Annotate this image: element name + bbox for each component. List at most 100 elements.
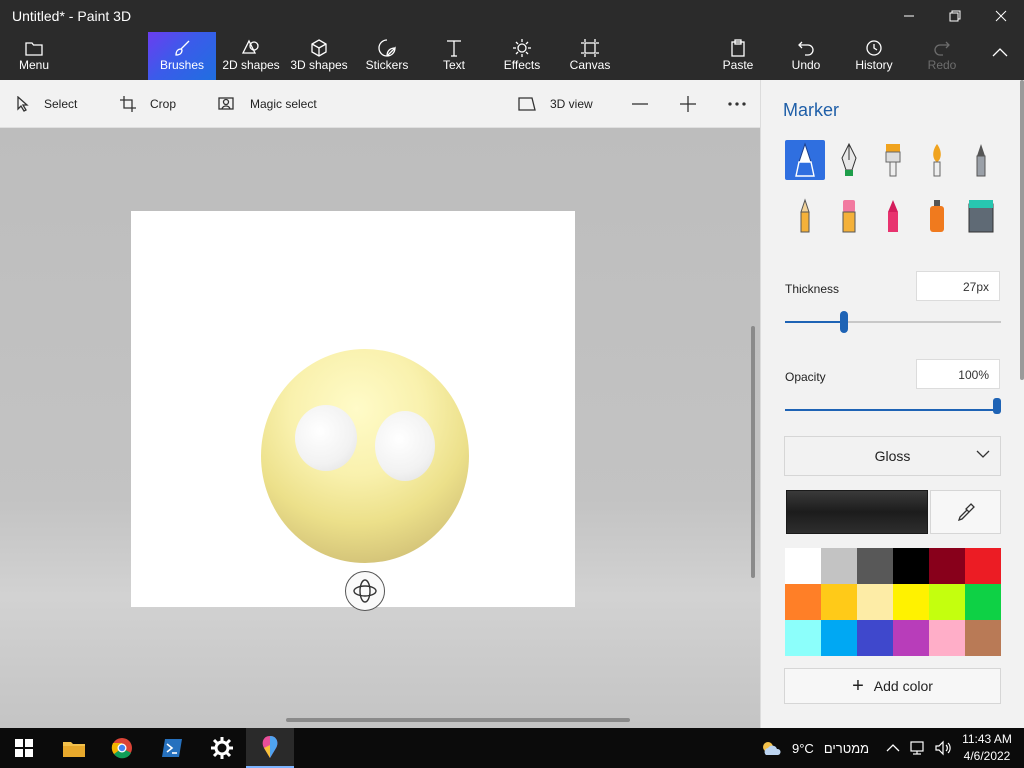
settings-taskbar[interactable] bbox=[198, 728, 246, 768]
color-swatch[interactable] bbox=[929, 584, 965, 620]
network-icon[interactable] bbox=[910, 740, 928, 756]
color-swatch[interactable] bbox=[893, 584, 929, 620]
rotate-handle[interactable] bbox=[345, 571, 385, 611]
panel-scrollbar[interactable] bbox=[1020, 80, 1024, 380]
redo-icon bbox=[934, 41, 950, 56]
tab-2d-shapes[interactable]: 2D shapes bbox=[220, 32, 282, 80]
vertical-scrollbar[interactable] bbox=[751, 326, 755, 578]
oil-brush-icon bbox=[885, 144, 901, 177]
color-swatch[interactable] bbox=[965, 548, 1001, 584]
color-swatch[interactable] bbox=[893, 548, 929, 584]
chevron-up-icon[interactable] bbox=[886, 743, 900, 753]
redo-label: Redo bbox=[927, 58, 957, 72]
marker-brush[interactable] bbox=[785, 140, 825, 180]
menu-button[interactable]: Menu bbox=[8, 32, 60, 80]
color-swatch[interactable] bbox=[785, 584, 821, 620]
tab-canvas[interactable]: Canvas bbox=[566, 32, 614, 80]
chevron-down-icon bbox=[976, 450, 990, 458]
system-tray bbox=[886, 728, 954, 768]
paste-label: Paste bbox=[722, 58, 754, 72]
color-swatch[interactable] bbox=[857, 620, 893, 656]
drawing-canvas[interactable] bbox=[131, 211, 575, 607]
tab-2d-shapes-label: 2D shapes bbox=[222, 58, 280, 72]
eyedropper-button[interactable] bbox=[930, 490, 1001, 534]
3d-view-button[interactable]: 3D view bbox=[518, 80, 593, 128]
more-options-button[interactable] bbox=[728, 80, 746, 128]
paste-button[interactable]: Paste bbox=[716, 32, 760, 80]
color-swatch[interactable] bbox=[929, 620, 965, 656]
tab-brushes[interactable]: Brushes bbox=[148, 32, 216, 80]
color-swatch[interactable] bbox=[821, 548, 857, 584]
text-icon bbox=[447, 40, 461, 57]
calligraphy-pen-brush[interactable] bbox=[829, 140, 869, 180]
pencil-brush[interactable] bbox=[785, 196, 825, 236]
start-button[interactable] bbox=[0, 728, 48, 768]
color-swatch[interactable] bbox=[857, 584, 893, 620]
horizontal-scrollbar[interactable] bbox=[286, 718, 630, 722]
oil-brush[interactable] bbox=[873, 140, 913, 180]
watercolor-brush[interactable] bbox=[917, 140, 957, 180]
thickness-slider-track[interactable] bbox=[785, 321, 1001, 323]
weather-cloud-icon bbox=[763, 742, 781, 755]
minimize-button[interactable] bbox=[886, 0, 932, 32]
color-swatch[interactable] bbox=[821, 620, 857, 656]
thickness-input[interactable]: 27px bbox=[916, 271, 1000, 301]
finish-dropdown[interactable]: Gloss bbox=[784, 436, 1001, 476]
select-button[interactable]: Select bbox=[16, 80, 77, 128]
close-icon bbox=[995, 10, 1007, 22]
canvas-icon bbox=[581, 39, 599, 57]
color-swatch[interactable] bbox=[965, 584, 1001, 620]
opacity-slider-track[interactable] bbox=[785, 409, 997, 411]
chrome-icon bbox=[111, 738, 132, 759]
brush-panel: Marker Thickness 27px Opacity 100% Gloss… bbox=[760, 80, 1024, 728]
close-button[interactable] bbox=[978, 0, 1024, 32]
opacity-slider-thumb[interactable] bbox=[993, 398, 1001, 414]
restore-button[interactable] bbox=[932, 0, 978, 32]
eyedropper-icon bbox=[957, 503, 975, 521]
history-button[interactable]: History bbox=[850, 32, 898, 80]
thickness-slider-thumb[interactable] bbox=[840, 311, 849, 333]
color-swatch[interactable] bbox=[893, 620, 929, 656]
color-swatch[interactable] bbox=[821, 584, 857, 620]
3d-sphere-object[interactable] bbox=[261, 349, 469, 563]
crop-button[interactable]: Crop bbox=[120, 80, 176, 128]
undo-button[interactable]: Undo bbox=[784, 32, 828, 80]
zoom-in-button[interactable] bbox=[680, 80, 696, 128]
file-explorer-taskbar[interactable] bbox=[50, 728, 98, 768]
crayon-brush[interactable] bbox=[873, 196, 913, 236]
brush-icon bbox=[175, 40, 190, 56]
spray-can-brush[interactable] bbox=[917, 196, 957, 236]
add-color-button[interactable]: + Add color bbox=[784, 668, 1001, 704]
color-swatch[interactable] bbox=[785, 548, 821, 584]
select-label: Select bbox=[44, 97, 78, 111]
pixel-pen-brush[interactable] bbox=[961, 140, 1001, 180]
zoom-out-button[interactable] bbox=[632, 80, 648, 128]
magic-select-button[interactable]: Magic select bbox=[218, 80, 317, 128]
collapse-ribbon-button[interactable] bbox=[984, 32, 1016, 80]
current-color-swatch[interactable] bbox=[786, 490, 928, 534]
eraser-brush[interactable] bbox=[829, 196, 869, 236]
tab-stickers[interactable]: Stickers bbox=[360, 32, 414, 80]
paint3d-taskbar[interactable] bbox=[246, 728, 294, 768]
color-swatch[interactable] bbox=[929, 548, 965, 584]
workspace[interactable] bbox=[0, 128, 760, 728]
color-swatch[interactable] bbox=[785, 620, 821, 656]
taskbar: 9°C ממטרים 11:43 AM 4/6/2022 bbox=[0, 728, 1024, 768]
folder-icon bbox=[25, 42, 43, 56]
chrome-taskbar[interactable] bbox=[98, 728, 146, 768]
fill-bucket-brush[interactable] bbox=[961, 196, 1001, 236]
undo-label: Undo bbox=[791, 58, 821, 72]
weather-widget[interactable]: 9°C ממטרים bbox=[760, 728, 869, 768]
powershell-taskbar[interactable] bbox=[148, 728, 196, 768]
opacity-input[interactable]: 100% bbox=[916, 359, 1000, 389]
clock[interactable]: 11:43 AM 4/6/2022 bbox=[950, 731, 1024, 765]
color-swatch[interactable] bbox=[965, 620, 1001, 656]
tab-text[interactable]: Text bbox=[432, 32, 476, 80]
redo-button[interactable]: Redo bbox=[920, 32, 964, 80]
thickness-slider-fill bbox=[785, 321, 845, 323]
color-swatch[interactable] bbox=[857, 548, 893, 584]
add-color-label: Add color bbox=[873, 678, 933, 694]
thickness-label: Thickness bbox=[785, 282, 840, 296]
tab-effects[interactable]: Effects bbox=[500, 32, 544, 80]
tab-3d-shapes[interactable]: 3D shapes bbox=[288, 32, 350, 80]
